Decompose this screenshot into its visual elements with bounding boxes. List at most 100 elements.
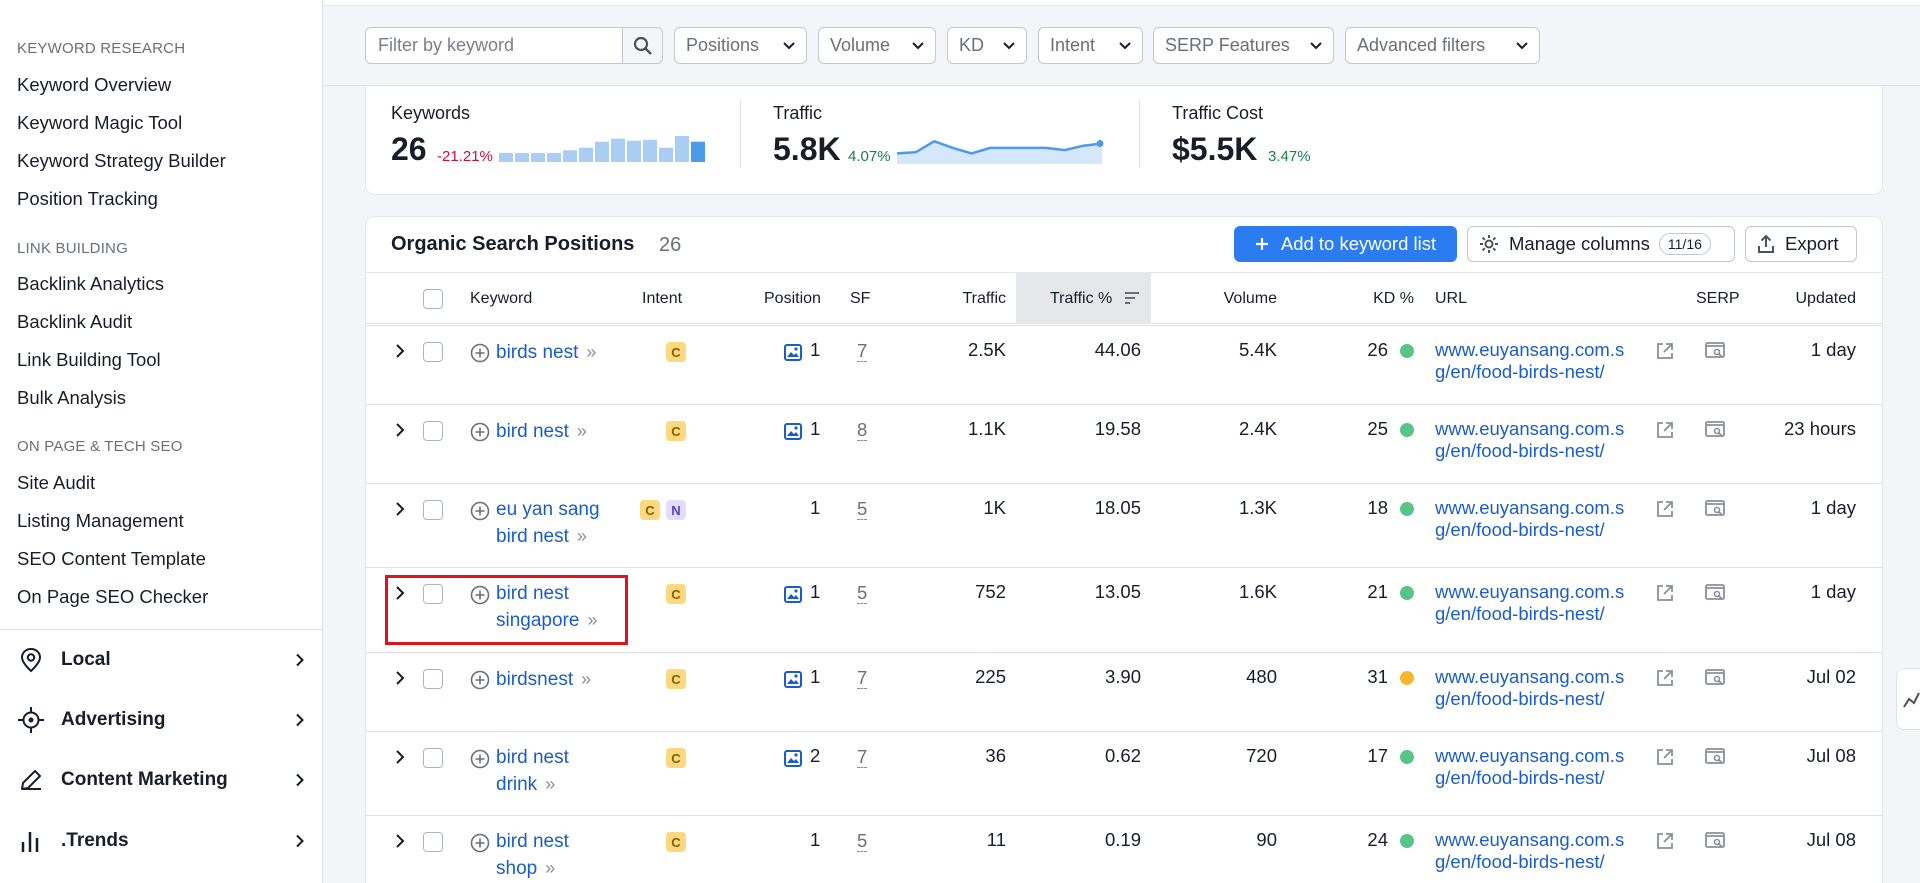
- intent-dropdown[interactable]: Intent: [1038, 27, 1143, 64]
- sidebar-item-seo-content-template[interactable]: SEO Content Template: [17, 548, 206, 570]
- serp-snapshot-icon[interactable]: [1705, 747, 1727, 767]
- keyword-link-line2[interactable]: drink »: [496, 771, 555, 798]
- url-link[interactable]: www.euyansang.com.s g/en/food-birds-nest/: [1435, 745, 1651, 789]
- url-link[interactable]: www.euyansang.com.s g/en/food-birds-nest/: [1435, 666, 1651, 710]
- add-keyword-icon[interactable]: [470, 343, 490, 363]
- serp-snapshot-icon[interactable]: [1705, 499, 1727, 519]
- sidebar-category-local[interactable]: Local: [17, 640, 307, 680]
- url-link[interactable]: www.euyansang.com.s g/en/food-birds-nest/: [1435, 339, 1651, 383]
- kd-dropdown[interactable]: KD: [947, 27, 1027, 64]
- keyword-link-line2[interactable]: bird nest »: [496, 523, 587, 550]
- keyword-link[interactable]: bird nest: [496, 745, 569, 771]
- expand-row-icon[interactable]: [394, 422, 406, 438]
- volume-dropdown[interactable]: Volume: [818, 27, 936, 64]
- header-serp[interactable]: SERP: [1696, 290, 1740, 308]
- arrows-icon[interactable]: »: [586, 342, 596, 362]
- arrows-icon[interactable]: »: [545, 858, 555, 878]
- keyword-link-line2[interactable]: shop »: [496, 855, 555, 882]
- add-keyword-icon[interactable]: [470, 833, 490, 853]
- keyword-filter-input[interactable]: [366, 28, 622, 63]
- expand-row-icon[interactable]: [394, 833, 406, 849]
- keyword-link[interactable]: birdsnest »: [496, 666, 591, 693]
- sidebar-item-position-tracking[interactable]: Position Tracking: [17, 188, 158, 210]
- header-position[interactable]: Position: [764, 290, 821, 308]
- sidebar-category-advertising[interactable]: Advertising: [17, 700, 307, 740]
- serp-features-count[interactable]: 7: [857, 668, 868, 689]
- url-link[interactable]: www.euyansang.com.s g/en/food-birds-nest/: [1435, 581, 1651, 625]
- expand-row-icon[interactable]: [394, 749, 406, 765]
- arrows-icon[interactable]: »: [577, 526, 587, 546]
- header-volume[interactable]: Volume: [1180, 290, 1277, 308]
- keyword-link[interactable]: eu yan sang: [496, 497, 600, 523]
- serp-features-count[interactable]: 7: [857, 341, 868, 362]
- header-traffic[interactable]: Traffic: [930, 290, 1006, 308]
- serp-features-dropdown[interactable]: SERP Features: [1153, 27, 1334, 64]
- sidebar-item-backlink-audit[interactable]: Backlink Audit: [17, 311, 132, 333]
- add-keyword-icon[interactable]: [470, 670, 490, 690]
- serp-features-count[interactable]: 5: [857, 831, 868, 852]
- row-checkbox[interactable]: [423, 669, 443, 689]
- traffic-value[interactable]: 5.8K: [773, 131, 841, 168]
- sidebar-item-listing-management[interactable]: Listing Management: [17, 510, 184, 532]
- header-updated[interactable]: Updated: [1770, 290, 1857, 308]
- export-button[interactable]: Export: [1745, 226, 1857, 262]
- sidebar-item-site-audit[interactable]: Site Audit: [17, 472, 95, 494]
- external-link-icon[interactable]: [1655, 668, 1675, 688]
- manage-columns-button[interactable]: Manage columns 11/16: [1467, 226, 1735, 262]
- serp-snapshot-icon[interactable]: [1705, 668, 1727, 688]
- select-all-checkbox[interactable]: [423, 289, 443, 309]
- external-link-icon[interactable]: [1655, 831, 1675, 851]
- sidebar-item-keyword-strategy-builder[interactable]: Keyword Strategy Builder: [17, 150, 226, 172]
- header-url[interactable]: URL: [1435, 290, 1467, 308]
- add-to-keyword-list-button[interactable]: Add to keyword list: [1234, 226, 1457, 262]
- header-keyword[interactable]: Keyword: [470, 290, 532, 308]
- add-keyword-icon[interactable]: [470, 501, 490, 521]
- serp-features-count[interactable]: 8: [857, 420, 868, 441]
- header-traffic-pct[interactable]: Traffic %: [1050, 290, 1112, 308]
- arrows-icon[interactable]: »: [545, 774, 555, 794]
- url-link[interactable]: www.euyansang.com.s g/en/food-birds-nest/: [1435, 418, 1651, 462]
- sort-descending-icon[interactable]: [1124, 291, 1140, 305]
- serp-features-count[interactable]: 5: [857, 499, 868, 520]
- arrows-icon[interactable]: »: [577, 421, 587, 441]
- header-kd[interactable]: KD %: [1330, 290, 1414, 308]
- positions-dropdown[interactable]: Positions: [674, 27, 807, 64]
- external-link-icon[interactable]: [1655, 341, 1675, 361]
- row-checkbox[interactable]: [423, 832, 443, 852]
- keyword-link[interactable]: bird nest »: [496, 418, 587, 445]
- external-link-icon[interactable]: [1655, 747, 1675, 767]
- row-checkbox[interactable]: [423, 342, 443, 362]
- sidebar-item-on-page-seo-checker[interactable]: On Page SEO Checker: [17, 586, 208, 608]
- sidebar-item-bulk-analysis[interactable]: Bulk Analysis: [17, 387, 126, 409]
- side-panel-toggle[interactable]: [1896, 668, 1920, 730]
- url-link[interactable]: www.euyansang.com.s g/en/food-birds-nest/: [1435, 497, 1651, 541]
- url-link[interactable]: www.euyansang.com.s g/en/food-birds-nest/: [1435, 829, 1651, 873]
- external-link-icon[interactable]: [1655, 499, 1675, 519]
- keywords-value[interactable]: 26: [391, 131, 427, 168]
- sidebar-item-link-building-tool[interactable]: Link Building Tool: [17, 349, 161, 371]
- external-link-icon[interactable]: [1655, 420, 1675, 440]
- keyword-link[interactable]: bird nest: [496, 829, 569, 855]
- serp-snapshot-icon[interactable]: [1705, 420, 1727, 440]
- add-keyword-icon[interactable]: [470, 422, 490, 442]
- header-intent[interactable]: Intent: [642, 290, 682, 308]
- traffic-cost-value[interactable]: $5.5K: [1172, 131, 1257, 168]
- serp-snapshot-icon[interactable]: [1705, 341, 1727, 361]
- serp-snapshot-icon[interactable]: [1705, 583, 1727, 603]
- keyword-link[interactable]: birds nest »: [496, 339, 596, 366]
- serp-features-count[interactable]: 5: [857, 583, 868, 604]
- header-sf[interactable]: SF: [850, 290, 870, 308]
- row-checkbox[interactable]: [423, 500, 443, 520]
- serp-features-count[interactable]: 7: [857, 747, 868, 768]
- row-checkbox[interactable]: [423, 748, 443, 768]
- sidebar-category-content-marketing[interactable]: Content Marketing: [17, 760, 307, 800]
- search-button[interactable]: [622, 28, 662, 63]
- expand-row-icon[interactable]: [394, 343, 406, 359]
- expand-row-icon[interactable]: [394, 501, 406, 517]
- external-link-icon[interactable]: [1655, 583, 1675, 603]
- expand-row-icon[interactable]: [394, 670, 406, 686]
- sidebar-item-keyword-overview[interactable]: Keyword Overview: [17, 74, 171, 96]
- sidebar-category-trends[interactable]: .Trends: [17, 821, 307, 861]
- row-checkbox[interactable]: [423, 421, 443, 441]
- sidebar-item-backlink-analytics[interactable]: Backlink Analytics: [17, 273, 164, 295]
